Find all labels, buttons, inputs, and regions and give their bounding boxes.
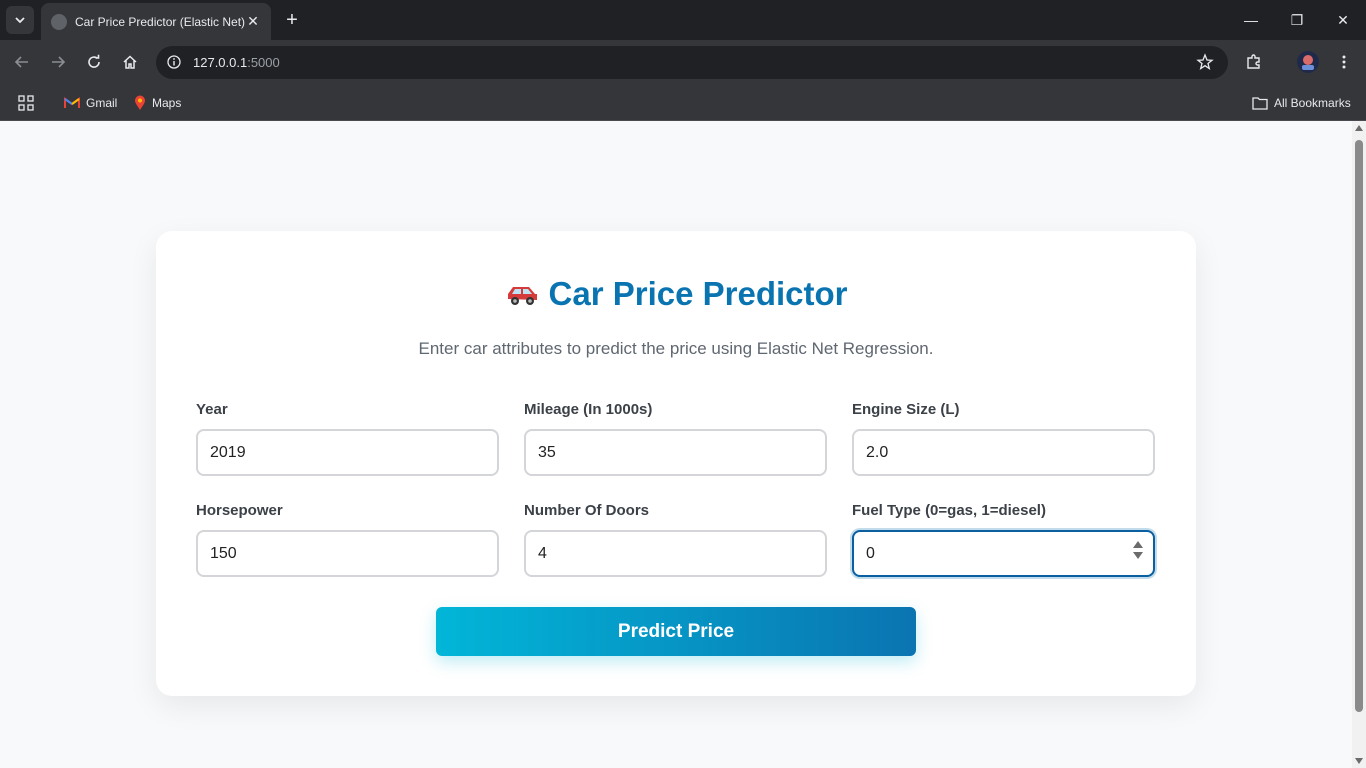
predict-price-button[interactable]: Predict Price [436, 607, 916, 656]
back-button[interactable] [8, 48, 36, 76]
predictor-card: Car Price Predictor Enter car attributes… [156, 231, 1196, 696]
all-bookmarks-button[interactable]: All Bookmarks [1252, 93, 1351, 113]
globe-icon [51, 13, 67, 30]
url-text: 127.0.0.1:5000 [193, 55, 280, 70]
number-spinner[interactable] [1133, 541, 1143, 563]
title-text: Car Price Predictor [548, 275, 848, 312]
spinner-up-icon[interactable] [1133, 541, 1143, 548]
tab-title: Car Price Predictor (Elastic Net) [75, 14, 245, 29]
kebab-menu-icon [1342, 55, 1346, 69]
page-title: Car Price Predictor [156, 275, 1196, 315]
gmail-icon [64, 97, 80, 109]
minimize-button[interactable]: — [1228, 0, 1274, 40]
bookmarks-bar: Gmail Maps All Bookmarks [0, 85, 1366, 121]
engine-size-label: Engine Size (L) [852, 401, 960, 418]
engine-size-input[interactable] [852, 429, 1155, 476]
puzzle-icon [1247, 54, 1260, 69]
bookmark-star-button[interactable] [1196, 53, 1214, 76]
tab-search-button[interactable] [6, 6, 34, 34]
window-close-button[interactable]: ✕ [1320, 0, 1366, 40]
arrow-right-icon [52, 56, 66, 68]
folder-icon [1252, 96, 1268, 110]
menu-button[interactable] [1330, 48, 1358, 76]
info-icon [167, 55, 181, 69]
home-button[interactable] [116, 48, 144, 76]
bookmark-gmail[interactable]: Gmail [64, 93, 117, 113]
tab-bar: Car Price Predictor (Elastic Net) ✕ + — … [0, 0, 1366, 40]
mileage-input[interactable] [524, 429, 827, 476]
tab-close-button[interactable]: ✕ [245, 13, 261, 30]
bookmark-label: Maps [152, 96, 182, 110]
new-tab-button[interactable]: + [280, 8, 304, 32]
restore-button[interactable]: ❐ [1274, 0, 1320, 40]
fuel-type-input[interactable] [852, 530, 1155, 577]
apps-button[interactable] [18, 93, 34, 113]
scroll-up-arrow[interactable] [1355, 125, 1363, 131]
extensions-button[interactable] [1240, 48, 1268, 76]
page-subtitle: Enter car attributes to predict the pric… [418, 339, 934, 358]
site-info-button[interactable] [164, 52, 184, 72]
all-bookmarks-label: All Bookmarks [1274, 96, 1351, 110]
browser-tab[interactable]: Car Price Predictor (Elastic Net) ✕ [41, 3, 271, 40]
home-icon [123, 55, 137, 69]
horsepower-input[interactable] [196, 530, 499, 577]
avatar-icon [1297, 51, 1319, 73]
car-icon [505, 277, 539, 315]
scroll-down-arrow[interactable] [1355, 758, 1363, 764]
horsepower-label: Horsepower [196, 502, 283, 519]
fuel-type-label: Fuel Type (0=gas, 1=diesel) [852, 502, 1046, 519]
apps-grid-icon [18, 95, 34, 111]
maps-icon [134, 95, 146, 111]
mileage-label: Mileage (In 1000s) [524, 401, 653, 418]
url-host: 127.0.0.1 [193, 55, 248, 70]
scrollbar-thumb[interactable] [1355, 140, 1363, 712]
star-icon [1196, 53, 1214, 70]
doors-label: Number Of Doors [524, 502, 650, 519]
reload-icon [88, 54, 100, 68]
forward-button[interactable] [44, 48, 72, 76]
spinner-down-icon[interactable] [1133, 552, 1143, 559]
bookmark-label: Gmail [86, 96, 118, 110]
fuel-type-wrapper [852, 530, 1155, 577]
bookmark-maps[interactable]: Maps [134, 93, 181, 113]
arrow-left-icon [14, 56, 28, 68]
url-port: :5000 [247, 55, 280, 70]
doors-input[interactable] [524, 530, 827, 577]
address-bar[interactable]: 127.0.0.1:5000 [156, 46, 1228, 79]
year-input[interactable] [196, 429, 499, 476]
reload-button[interactable] [80, 48, 108, 76]
chevron-down-icon [15, 17, 25, 24]
page-scrollbar[interactable] [1352, 121, 1366, 768]
year-label: Year [196, 401, 228, 418]
profile-avatar[interactable] [1294, 48, 1322, 76]
